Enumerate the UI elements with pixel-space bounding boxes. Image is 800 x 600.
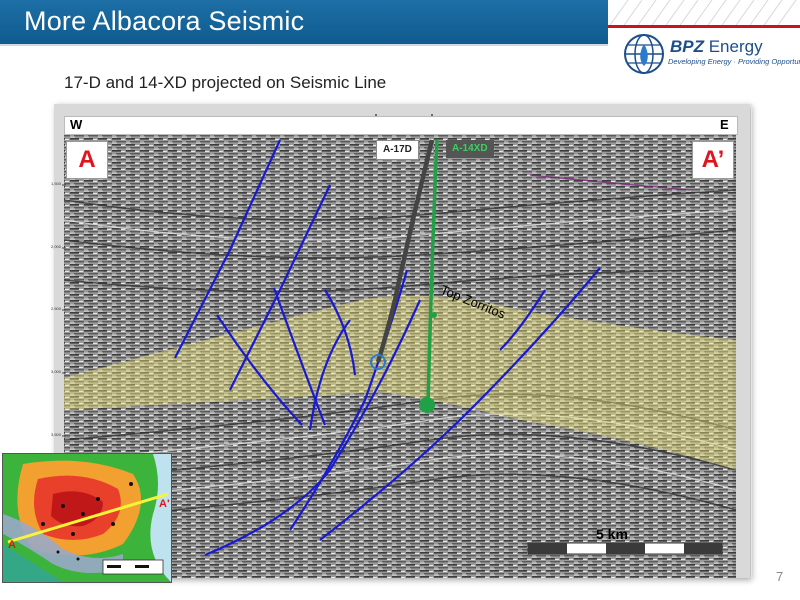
well-label-a14xd: A-14XD	[446, 140, 494, 158]
depth-tick-1: 1,500	[51, 181, 62, 186]
inset-start-label: A	[8, 539, 16, 551]
well-label-a17d: A-17D	[376, 140, 419, 160]
inset-map-graphic	[3, 454, 171, 582]
section-end-label: A’	[692, 141, 734, 179]
scale-bar-label: 5 km	[596, 526, 628, 542]
inset-location-map: A A'	[2, 453, 172, 583]
depth-tick-2: 2,000	[51, 244, 62, 249]
west-label: W	[70, 117, 83, 132]
east-label: E	[720, 117, 729, 132]
section-header-strip	[64, 116, 738, 135]
section-start-label: A	[66, 141, 108, 179]
depth-tick-4: 3,000	[51, 369, 62, 374]
depth-tick-3: 2,500	[51, 306, 62, 311]
page-number: 7	[776, 569, 784, 584]
depth-tick-5: 3,500	[51, 432, 62, 437]
inset-end-label: A'	[159, 498, 170, 510]
